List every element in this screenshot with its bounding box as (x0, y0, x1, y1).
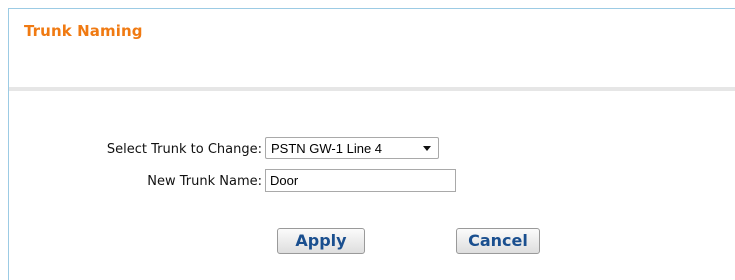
page-title: Trunk Naming (24, 22, 143, 40)
apply-button[interactable]: Apply (277, 228, 365, 254)
new-trunk-name-input[interactable] (265, 169, 456, 192)
cancel-button[interactable]: Cancel (456, 228, 540, 254)
trunk-select[interactable]: PSTN GW-1 Line 4 (265, 137, 439, 159)
chevron-down-icon (423, 146, 431, 151)
select-trunk-label: Select Trunk to Change: (106, 142, 262, 157)
section-divider (9, 87, 735, 91)
new-trunk-name-label: New Trunk Name: (147, 174, 262, 189)
trunk-select-value: PSTN GW-1 Line 4 (271, 141, 383, 156)
